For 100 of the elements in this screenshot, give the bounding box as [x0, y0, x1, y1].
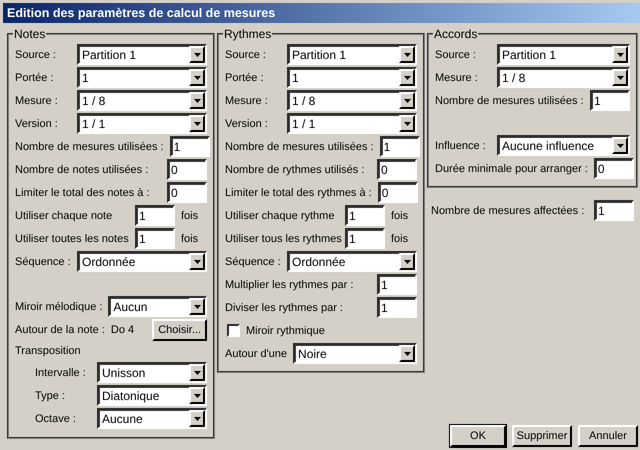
note-value: Do 4 [110, 324, 136, 336]
field-label: Source : [15, 48, 57, 60]
caret-icon [616, 52, 624, 56]
input-field[interactable]: 1 [380, 136, 420, 157]
field-label: Limiter le total des rythmes à : [225, 186, 372, 198]
field-label: Séquence : [225, 256, 281, 268]
dropdown[interactable]: 1 / 1 [287, 113, 417, 134]
dropdown[interactable]: Aucune influence [497, 135, 630, 156]
caret-icon [404, 76, 410, 80]
field-label: Diviser les rythmes par : [225, 302, 344, 314]
caret-icon [194, 52, 200, 56]
field-label: Portée : [15, 72, 55, 84]
dropdown-arrow-button[interactable] [612, 69, 628, 86]
dropdown[interactable]: 1 / 1 [77, 113, 207, 134]
caret-icon [194, 416, 200, 420]
caret-icon [194, 370, 200, 374]
dropdown[interactable]: Ordonnée [287, 251, 417, 272]
input-field[interactable]: 1 [377, 297, 417, 318]
dropdown[interactable]: 1 / 8 [497, 67, 630, 88]
field-label: Nombre de mesures utilisées : [435, 94, 584, 106]
field-label: Nombre de notes utilisées : [15, 164, 150, 176]
dropdown-arrow-button[interactable] [612, 46, 628, 63]
dropdown[interactable]: 1 [77, 67, 207, 88]
input-field[interactable]: 1 [590, 90, 630, 111]
input-field[interactable]: 1 [594, 200, 634, 221]
field-label: Portée : [225, 72, 265, 84]
caret-icon [616, 144, 624, 148]
caret-icon [404, 260, 410, 264]
dropdown[interactable]: Diatonique [97, 385, 207, 406]
input-field[interactable]: 1 [170, 136, 210, 157]
field-label: Influence : [435, 140, 487, 152]
caret-icon [194, 304, 200, 308]
dropdown-arrow-button[interactable] [189, 387, 205, 404]
dropdown[interactable]: Unisson [97, 362, 207, 383]
field-label: Mesure : [225, 94, 269, 106]
field-label: Séquence : [15, 256, 71, 268]
dropdown[interactable]: 1 / 8 [287, 90, 417, 111]
dropdown[interactable]: Partition 1 [497, 44, 630, 65]
dialog-button[interactable]: Annuler [578, 425, 638, 447]
dropdown[interactable]: Partition 1 [287, 44, 417, 65]
field-label: Utiliser chaque note [15, 210, 114, 222]
input-field[interactable]: 0 [167, 159, 207, 180]
field-label: Nombre de rythmes utilisés : [225, 164, 366, 176]
dropdown[interactable]: Noire [293, 343, 417, 364]
unit-label: fois [181, 210, 198, 222]
input-field[interactable]: 0 [594, 158, 634, 179]
dropdown[interactable]: Ordonnée [77, 251, 207, 272]
field-label: Octave : [35, 412, 77, 424]
dropdown-arrow-button[interactable] [189, 410, 205, 427]
window-title: Edition des paramètres de calcul de mesures [3, 3, 640, 23]
field-label: Autour de la note : [15, 324, 105, 336]
field-label: Type : [35, 390, 66, 402]
input-field[interactable]: 1 [345, 205, 385, 226]
choose-button[interactable]: Choisir... [152, 318, 207, 340]
dropdown-arrow-button[interactable] [399, 92, 415, 109]
dialog-button[interactable]: Supprimer [512, 425, 572, 447]
caret-icon [194, 394, 200, 398]
caret-icon [194, 260, 200, 264]
field-label: Intervalle : [35, 366, 87, 378]
dropdown[interactable]: Partition 1 [77, 44, 207, 65]
dropdown-arrow-button[interactable] [399, 345, 415, 362]
dropdown[interactable]: 1 / 8 [77, 90, 207, 111]
input-field[interactable]: 1 [377, 274, 417, 295]
field-label: Utiliser toutes les notes [15, 232, 129, 244]
input-field[interactable]: 1 [135, 228, 175, 249]
dropdown-arrow-button[interactable] [189, 46, 205, 63]
dropdown-arrow-button[interactable] [399, 115, 415, 132]
field-label: Miroir mélodique : [15, 300, 102, 312]
dropdown-arrow-button[interactable] [399, 253, 415, 270]
dropdown-arrow-button[interactable] [399, 69, 415, 86]
dropdown[interactable]: 1 [287, 67, 417, 88]
field-label: Transposition [15, 344, 82, 359]
checkbox[interactable] [227, 324, 240, 337]
dropdown-arrow-button[interactable] [189, 92, 205, 109]
dropdown[interactable]: Aucune [97, 408, 207, 429]
field-label: Miroir rythmique [246, 324, 325, 336]
field-label: Source : [225, 48, 267, 60]
dropdown-arrow-button[interactable] [399, 46, 415, 63]
dropdown-arrow-button[interactable] [189, 115, 205, 132]
dropdown-arrow-button[interactable] [189, 364, 205, 381]
field-label: Nombre de mesures utilisées : [225, 140, 374, 152]
dropdown-arrow-button[interactable] [189, 69, 205, 86]
field-label: Version : [225, 118, 269, 130]
field-label: Nombre de mesures utilisées : [15, 140, 164, 152]
input-field[interactable]: 1 [345, 228, 385, 249]
field-label: Utiliser tous les rythmes [225, 232, 339, 244]
field-label: Durée minimale pour arranger : [435, 162, 588, 174]
caret-icon [616, 76, 624, 80]
input-field[interactable]: 0 [378, 182, 418, 203]
dropdown[interactable]: Aucun [108, 296, 207, 317]
caret-icon [194, 76, 200, 80]
field-label: Autour d'une [225, 348, 288, 360]
input-field[interactable]: 0 [167, 182, 207, 203]
dropdown-arrow-button[interactable] [189, 298, 205, 315]
group-title: Accords [433, 27, 478, 41]
input-field[interactable]: 0 [377, 159, 417, 180]
dialog-button[interactable]: OK [450, 425, 506, 447]
dropdown-arrow-button[interactable] [612, 137, 628, 154]
input-field[interactable]: 1 [135, 205, 175, 226]
dropdown-arrow-button[interactable] [189, 253, 205, 270]
